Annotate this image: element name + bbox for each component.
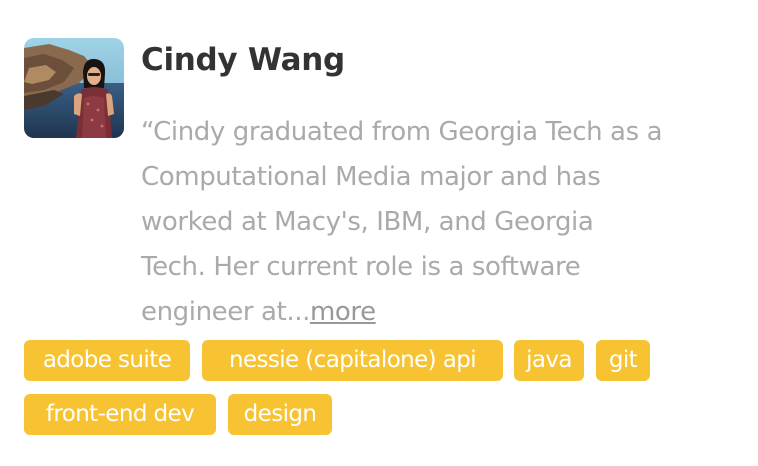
tag-adobe-suite[interactable]: adobe suite [24, 340, 190, 381]
more-link[interactable]: more [310, 297, 376, 327]
bio-line: worked at Macy's, IBM, and Georgia [141, 207, 594, 237]
bio-line: “Cindy graduated from Georgia Tech as a [141, 117, 663, 147]
bio-line: Computational Media major and has [141, 162, 601, 192]
profile-card: Cindy Wang “Cindy graduated from Georgia… [0, 0, 758, 466]
avatar-photo [24, 38, 124, 138]
tag-front-end-dev[interactable]: front-end dev [24, 394, 216, 435]
bio-last-line: engineer at...more [141, 290, 753, 335]
avatar [24, 38, 124, 138]
tag-design[interactable]: design [228, 394, 332, 435]
profile-name: Cindy Wang [141, 42, 345, 78]
bio-line: engineer at... [141, 297, 310, 327]
tag-java[interactable]: java [514, 340, 584, 381]
tag-nessie-api[interactable]: nessie (capitalone) api [202, 340, 503, 381]
profile-bio: “Cindy graduated from Georgia Tech as a … [141, 110, 753, 335]
bio-line: Tech. Her current role is a software [141, 252, 581, 282]
tag-git[interactable]: git [596, 340, 650, 381]
